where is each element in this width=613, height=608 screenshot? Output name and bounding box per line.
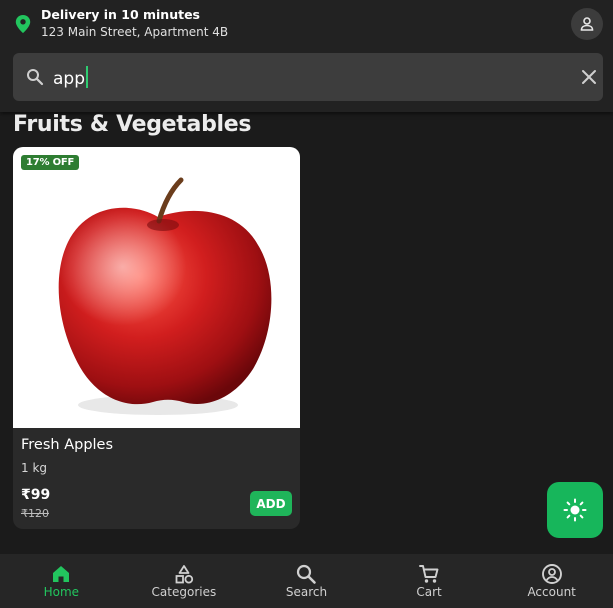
product-card[interactable]: 17% OFF Fresh Apples 1 kg ₹99 ₹120 ADD <box>13 147 300 529</box>
nav-label-search: Search <box>285 585 328 599</box>
discount-badge: 17% OFF <box>21 155 80 170</box>
search-bar[interactable]: app <box>13 53 603 101</box>
delivery-address[interactable]: 123 Main Street, Apartment 4B <box>41 25 228 39</box>
nav-label-account: Account <box>527 585 576 599</box>
account-circle-icon <box>541 564 562 584</box>
person-icon <box>580 17 594 31</box>
add-to-cart-button[interactable]: ADD <box>250 491 292 516</box>
product-name[interactable]: Fresh Apples <box>21 437 113 453</box>
nav-label-categories: Categories <box>151 585 217 599</box>
sun-icon <box>563 498 587 522</box>
nav-label-cart: Cart <box>416 585 442 599</box>
search-input[interactable]: app <box>53 66 88 89</box>
search-input-value: app <box>53 69 85 89</box>
search-icon <box>27 69 44 86</box>
nav-item-cart[interactable]: Cart <box>368 554 491 608</box>
bottom-navigation: Home Categories Search Cart Account <box>0 554 613 608</box>
search-icon <box>297 564 317 584</box>
product-mrp: ₹120 <box>21 507 49 520</box>
profile-button[interactable] <box>571 8 603 40</box>
section-title: Fruits & Vegetables <box>13 112 252 137</box>
location-pin-icon <box>15 15 31 33</box>
nav-item-account[interactable]: Account <box>490 554 613 608</box>
text-caret <box>86 66 88 88</box>
nav-item-home[interactable]: Home <box>0 554 123 608</box>
categories-icon <box>175 565 193 584</box>
apple-image <box>58 177 272 415</box>
product-image[interactable]: 17% OFF <box>13 147 300 428</box>
home-icon <box>53 566 70 582</box>
nav-item-categories[interactable]: Categories <box>123 554 246 608</box>
theme-toggle-button[interactable] <box>547 482 603 538</box>
product-quantity: 1 kg <box>21 461 48 475</box>
delivery-title: Delivery in 10 minutes <box>41 7 200 22</box>
cart-icon <box>419 565 439 583</box>
product-price: ₹99 <box>21 487 51 503</box>
nav-item-search[interactable]: Search <box>245 554 368 608</box>
nav-label-home: Home <box>43 585 80 599</box>
top-bar: Delivery in 10 minutes 123 Main Street, … <box>0 0 613 112</box>
close-icon[interactable] <box>581 69 597 85</box>
